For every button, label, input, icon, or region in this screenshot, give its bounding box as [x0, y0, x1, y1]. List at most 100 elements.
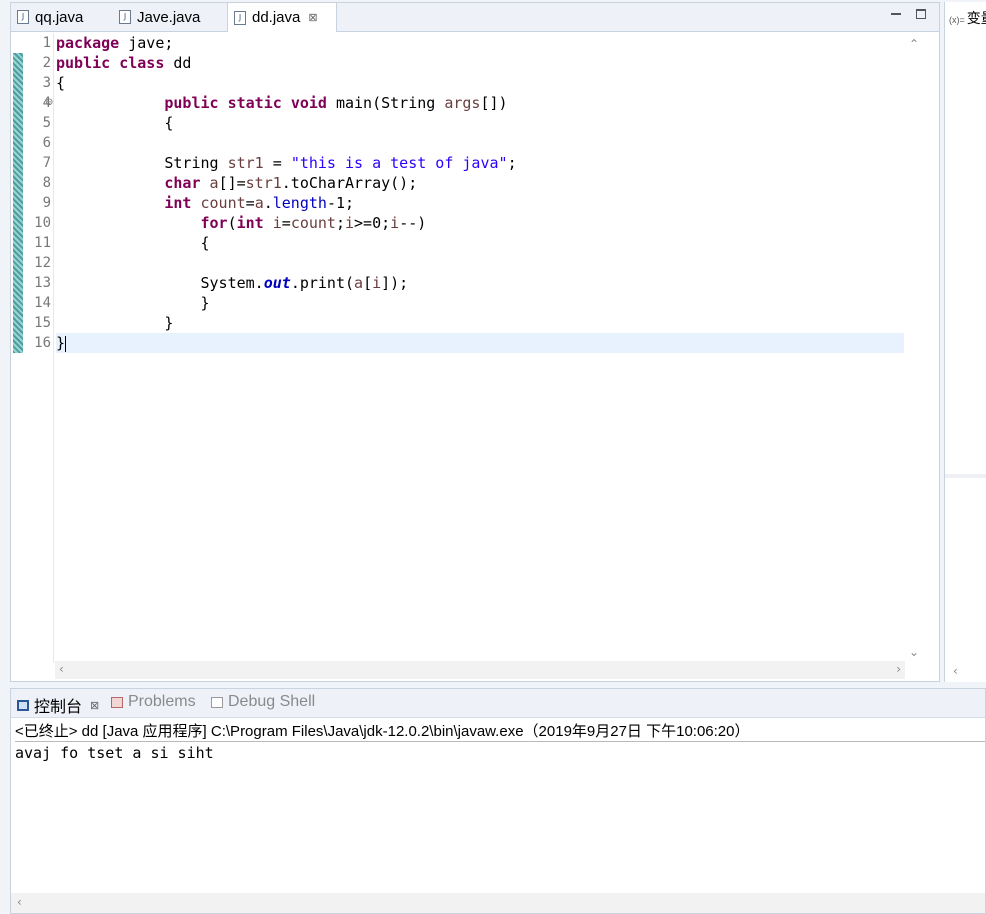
vertical-scrollbar[interactable]: ⌃ ⌄	[907, 33, 923, 663]
console-status: <已终止> dd [Java 应用程序] C:\Program Files\Ja…	[15, 723, 750, 740]
code-line[interactable]	[56, 133, 904, 153]
editor-part: J qq.java J Jave.java J dd.java ⊠ 123456…	[10, 2, 940, 682]
line-number: 7	[42, 155, 51, 171]
code-line[interactable]: String str1 = "this is a test of java";	[56, 153, 904, 173]
line-number: 14	[34, 295, 51, 311]
code-line[interactable]: package jave;	[56, 33, 904, 53]
java-file-icon: J	[119, 10, 131, 24]
code-line[interactable]: System.out.print(a[i]);	[56, 273, 904, 293]
tab-label: 变量	[966, 10, 986, 26]
tab-label: dd.java	[252, 9, 301, 26]
code-token: i	[390, 214, 400, 232]
code-token: .print(	[290, 274, 355, 292]
horizontal-scrollbar[interactable]: ‹	[11, 893, 985, 913]
code-token: i	[345, 214, 355, 232]
code-line[interactable]: {	[56, 113, 904, 133]
code-line[interactable]: }	[56, 313, 904, 333]
code-token: (	[227, 214, 237, 232]
code-token: ]);	[381, 274, 409, 292]
code-token: i	[372, 274, 382, 292]
code-token: count	[290, 214, 336, 232]
code-token: a	[254, 194, 264, 212]
chevron-right-icon[interactable]: ›	[896, 662, 901, 676]
chevron-left-icon[interactable]: ‹	[59, 662, 64, 676]
code-line[interactable]	[56, 253, 904, 273]
console-output[interactable]: avaj fo tset a si siht	[15, 744, 214, 762]
chevron-left-icon[interactable]: ‹	[953, 664, 958, 678]
tab-label: Debug Shell	[228, 693, 316, 710]
code-token: System.	[56, 274, 264, 292]
code-line[interactable]: public class dd	[56, 53, 904, 73]
tab-debug-shell[interactable]: Debug Shell	[211, 693, 315, 711]
tab-variables[interactable]: (x)=变量	[949, 8, 986, 28]
line-number: 9	[42, 195, 51, 211]
maximize-button[interactable]	[916, 9, 926, 19]
change-markers	[13, 53, 23, 353]
code-token: }	[56, 314, 174, 332]
close-icon[interactable]: ⊠	[90, 699, 99, 712]
console-view: 控制台 ⊠ Problems Debug Shell <已终止> dd [Jav…	[10, 688, 986, 914]
code-token: out	[263, 274, 291, 292]
line-number: 6	[42, 135, 51, 151]
line-number: 10	[34, 215, 51, 231]
tab-console[interactable]: 控制台 ⊠	[17, 693, 99, 717]
code-token: i	[272, 214, 282, 232]
code-line[interactable]: int count=a.length-1;	[56, 193, 904, 213]
minimize-button[interactable]	[891, 9, 901, 15]
java-file-icon: J	[234, 10, 246, 25]
code-line[interactable]: }	[56, 333, 904, 353]
tab-label: Jave.java	[137, 8, 201, 26]
code-token: class	[119, 54, 165, 72]
code-token: {	[56, 234, 210, 252]
tab-jave-java[interactable]: J Jave.java	[119, 3, 200, 31]
code-token: --)	[399, 214, 427, 232]
code-token: public	[164, 94, 219, 112]
code-line[interactable]: public static void main(String args[])	[56, 93, 904, 113]
tab-dd-java[interactable]: J dd.java ⊠	[227, 3, 337, 32]
code-line[interactable]: {	[56, 73, 904, 93]
view-divider	[945, 474, 986, 478]
code-token: =	[281, 214, 291, 232]
code-token: String	[56, 154, 228, 172]
code-token: ;	[335, 214, 345, 232]
chevron-left-icon[interactable]: ‹	[17, 895, 22, 909]
code-line[interactable]: for(int i=count;i>=0;i--)	[56, 213, 904, 233]
line-number: 5	[42, 115, 51, 131]
code-token: public	[56, 54, 111, 72]
line-number: 11	[34, 235, 51, 251]
close-icon[interactable]: ⊠	[308, 11, 317, 24]
code-token: =	[245, 194, 255, 212]
code-line[interactable]: char a[]=str1.toCharArray();	[56, 173, 904, 193]
code-token: args	[444, 94, 481, 112]
tab-qq-java[interactable]: J qq.java	[17, 3, 83, 31]
horizontal-scrollbar[interactable]: ‹ ›	[55, 661, 905, 679]
line-number: 3	[42, 75, 51, 91]
code-token: []=	[218, 174, 246, 192]
code-token: a	[209, 174, 219, 192]
tab-label: Problems	[128, 693, 196, 710]
chevron-down-icon[interactable]: ⌄	[909, 645, 919, 659]
chevron-up-icon[interactable]: ⌃	[909, 37, 919, 51]
console-icon	[17, 699, 29, 711]
code-token: [	[363, 274, 373, 292]
code-token: .toCharArray();	[281, 174, 418, 192]
code-line[interactable]: }	[56, 293, 904, 313]
code-line[interactable]: {	[56, 233, 904, 253]
code-token: .	[263, 194, 273, 212]
fold-collapse-icon[interactable]: ⊖	[45, 93, 53, 113]
code-token: count	[200, 194, 246, 212]
code-token: {	[56, 74, 66, 92]
line-number: 2	[42, 55, 51, 71]
line-numbers: 1 2 3 4 5 6 7 8 9 10 11 12 13 14 15 16	[25, 33, 55, 353]
tab-problems[interactable]: Problems	[111, 693, 196, 711]
code-token: str1	[227, 154, 264, 172]
code-token: "this is a test of java"	[290, 154, 508, 172]
line-number: 8	[42, 175, 51, 191]
divider	[15, 741, 985, 742]
code-area[interactable]: package jave; public class dd{ public sta…	[56, 33, 904, 353]
